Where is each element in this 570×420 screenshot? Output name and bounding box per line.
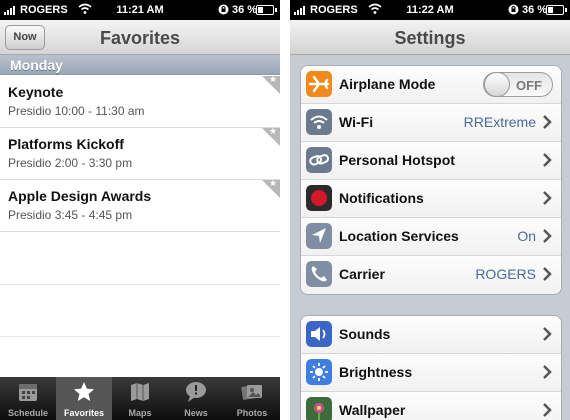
- setting-wallpaper[interactable]: Wallpaper: [301, 392, 561, 420]
- setting-label: Wallpaper: [339, 402, 406, 418]
- navigation-bar: Now Favorites: [0, 20, 280, 55]
- session-title: Apple Design Awards: [8, 188, 152, 204]
- tab-bar: Schedule Favorites Maps News Photos: [0, 377, 280, 420]
- status-bar: ROGERS 11:22 AM 36 %: [290, 0, 570, 20]
- star-icon: ★: [269, 126, 278, 136]
- chevron-right-icon: [543, 153, 552, 167]
- speaker-icon: [306, 321, 332, 347]
- list-divider: [0, 284, 280, 285]
- wifi-icon: [306, 109, 332, 135]
- setting-label: Sounds: [339, 326, 391, 342]
- tab-news[interactable]: News: [168, 377, 224, 420]
- brightness-icon: [306, 359, 332, 385]
- chevron-right-icon: [543, 229, 552, 243]
- setting-label: Wi-Fi: [339, 114, 374, 130]
- list-item[interactable]: Platforms Kickoff Presidio 2:00 - 3:30 p…: [0, 126, 280, 180]
- battery-percent: 36 %: [232, 4, 258, 16]
- setting-notifications[interactable]: Notifications: [301, 180, 561, 218]
- setting-label: Notifications: [339, 190, 424, 206]
- setting-label: Location Services: [339, 228, 459, 244]
- navigation-bar: Settings: [290, 20, 570, 55]
- rotation-lock-icon: [218, 4, 229, 15]
- tab-favorites[interactable]: Favorites: [56, 377, 112, 420]
- session-detail: Presidio 10:00 - 11:30 am: [8, 104, 145, 118]
- list-item[interactable]: Apple Design Awards Presidio 3:45 - 4:45…: [0, 178, 280, 232]
- setting-brightness[interactable]: Brightness: [301, 354, 561, 392]
- session-title: Platforms Kickoff: [8, 136, 124, 152]
- phone-icon: [306, 261, 332, 287]
- setting-value: RRExtreme: [463, 114, 536, 130]
- chevron-right-icon: [543, 403, 552, 417]
- chevron-right-icon: [543, 327, 552, 341]
- tab-label: Photos: [236, 408, 268, 418]
- setting-label: Personal Hotspot: [339, 152, 455, 168]
- setting-location-services[interactable]: Location Services On: [301, 218, 561, 256]
- setting-wi-fi[interactable]: Wi-Fi RRExtreme: [301, 104, 561, 142]
- chevron-right-icon: [543, 191, 552, 205]
- toggle-knob: [484, 72, 510, 97]
- page-title: Settings: [394, 28, 466, 48]
- setting-sounds[interactable]: Sounds: [301, 316, 561, 354]
- setting-label: Carrier: [339, 266, 385, 282]
- star-icon: ★: [269, 178, 278, 188]
- map-icon: [131, 383, 149, 401]
- link-icon: [306, 147, 332, 173]
- session-title: Keynote: [8, 84, 64, 100]
- tab-label: Schedule: [7, 408, 48, 418]
- tab-label: Favorites: [63, 408, 105, 418]
- star-icon: ★: [269, 74, 278, 84]
- list-divider: [0, 336, 280, 337]
- setting-label: Brightness: [339, 364, 413, 380]
- settings-group: Sounds Brightness Wallpaper: [300, 315, 562, 420]
- battery-icon: [546, 5, 567, 15]
- calendar-icon: [19, 384, 37, 401]
- airplane-icon: [306, 71, 332, 97]
- chevron-right-icon: [543, 267, 552, 281]
- settings-group: Airplane Mode OFF Wi-Fi RRExtreme Person…: [300, 65, 562, 295]
- session-detail: Presidio 3:45 - 4:45 pm: [8, 208, 133, 222]
- list-item[interactable]: Keynote Presidio 10:00 - 11:30 am ★: [0, 74, 280, 128]
- chevron-right-icon: [543, 365, 552, 379]
- speech-bubble-icon: [186, 382, 206, 402]
- tab-schedule[interactable]: Schedule: [0, 377, 56, 420]
- tab-label: News: [184, 408, 208, 418]
- status-bar: ROGERS 11:21 AM 36 %: [0, 0, 280, 20]
- tab-photos[interactable]: Photos: [224, 377, 280, 420]
- setting-value: On: [517, 228, 536, 244]
- favorites-screen: ROGERS 11:21 AM 36 % Now Favorites Monda…: [0, 0, 280, 420]
- settings-screen: ROGERS 11:22 AM 36 % Settings Airplane M…: [290, 0, 570, 420]
- chevron-right-icon: [543, 115, 552, 129]
- setting-personal-hotspot[interactable]: Personal Hotspot: [301, 142, 561, 180]
- setting-value: ROGERS: [475, 266, 536, 282]
- star-icon: [74, 382, 94, 401]
- notifications-icon: [306, 185, 332, 211]
- tab-maps[interactable]: Maps: [112, 377, 168, 420]
- rotation-lock-icon: [508, 4, 519, 15]
- page-title: Favorites: [99, 28, 181, 48]
- battery-icon: [256, 5, 277, 15]
- screenshot-divider: [280, 0, 290, 420]
- setting-carrier[interactable]: Carrier ROGERS: [301, 256, 561, 294]
- setting-airplane-mode[interactable]: Airplane Mode OFF: [301, 66, 561, 104]
- photos-icon: [241, 385, 262, 400]
- battery-percent: 36 %: [522, 4, 548, 16]
- airplane-mode-toggle[interactable]: OFF: [483, 72, 553, 97]
- tab-label: Maps: [128, 408, 152, 418]
- section-header: Monday: [0, 55, 280, 75]
- session-detail: Presidio 2:00 - 3:30 pm: [8, 156, 133, 170]
- location-icon: [306, 223, 332, 249]
- toggle-state: OFF: [516, 78, 542, 93]
- wallpaper-icon: [306, 397, 332, 420]
- setting-label: Airplane Mode: [339, 76, 436, 92]
